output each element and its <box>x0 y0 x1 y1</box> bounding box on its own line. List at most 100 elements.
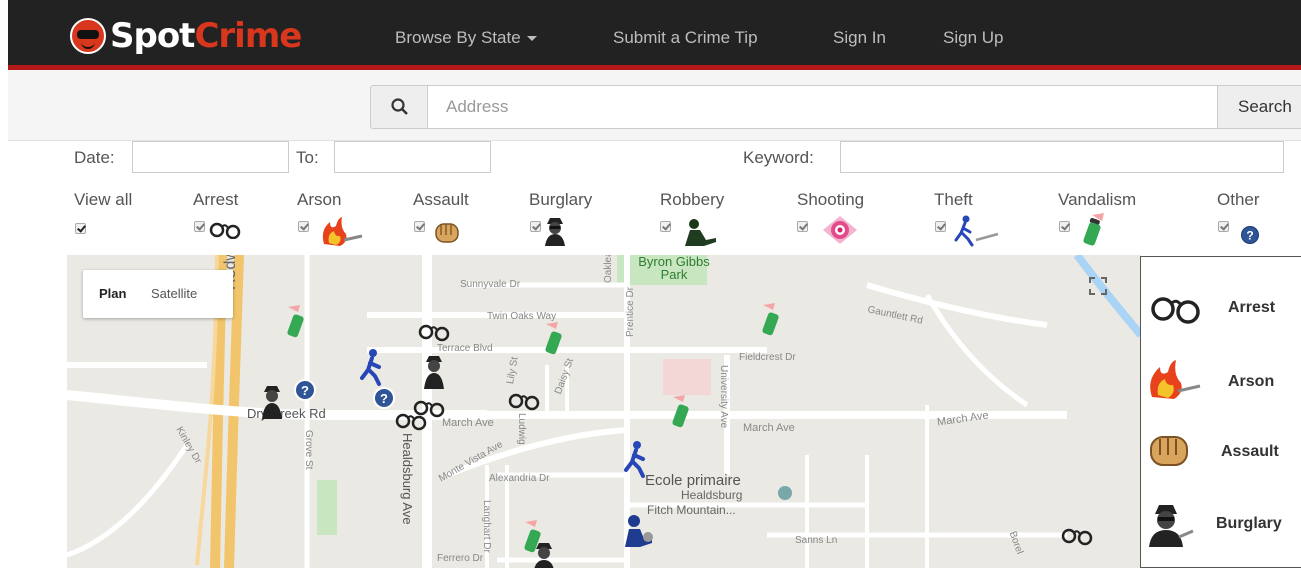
category-arson: Arson <box>297 190 342 209</box>
caret-down-icon <box>526 36 537 42</box>
burglar-icon <box>545 218 565 246</box>
handcuffs-icon <box>1151 297 1200 324</box>
map-legend: Arrest Arson Assault Burglary <box>1140 256 1301 568</box>
arrest-marker[interactable] <box>394 410 430 432</box>
map-label-ecole: Ecole primaire <box>645 472 741 489</box>
vandalism-marker[interactable] <box>540 322 568 356</box>
map-label-fitch: Fitch Mountain... <box>647 503 736 517</box>
other-marker[interactable]: ? <box>293 378 317 402</box>
date-label: Date: <box>74 148 115 167</box>
search-bar: Search <box>8 70 1301 141</box>
fist-icon <box>1150 436 1188 466</box>
map-label-university: University Ave <box>718 365 729 429</box>
burglary-marker[interactable] <box>260 383 290 421</box>
view-all-checkbox[interactable] <box>75 223 86 234</box>
svg-text:?: ? <box>1246 229 1253 243</box>
date-to-field[interactable] <box>334 141 491 173</box>
fullscreen-icon[interactable] <box>1084 272 1112 300</box>
submit-crime-tip-link[interactable]: Submit a Crime Tip <box>613 28 758 48</box>
category-assault: Assault <box>413 190 469 209</box>
map-label-ecole-2: Healdsburg <box>681 488 743 502</box>
legend-label-arson: Arson <box>1228 373 1275 390</box>
map-type-toggle: Plan Satellite <box>83 270 233 318</box>
category-burglary: Burglary <box>529 190 593 209</box>
category-arrest: Arrest <box>193 190 239 209</box>
legend-item-arson: Arson <box>1141 349 1301 409</box>
running-thief-icon <box>954 215 999 247</box>
burglary-checkbox[interactable] <box>530 221 541 232</box>
masked-face-icon <box>70 18 106 54</box>
target-icon <box>823 216 857 244</box>
theft-checkbox[interactable] <box>935 221 946 232</box>
map-label-langhart: Langhart Dr <box>481 500 492 553</box>
category-vandalism: Vandalism <box>1058 190 1137 209</box>
burglar-icon <box>1149 505 1194 547</box>
arrest-marker[interactable] <box>1060 525 1096 547</box>
address-search-input[interactable] <box>427 85 1218 129</box>
top-navbar: SpotCrime Browse By State Submit a Crime… <box>8 0 1301 70</box>
sign-up-link[interactable]: Sign Up <box>943 28 1003 48</box>
category-theft: Theft <box>934 190 973 209</box>
map-label-prentice: Prentice Dr <box>625 286 636 337</box>
map-label-sanns: Sanns Ln <box>795 535 838 546</box>
question-icon: ? <box>1241 226 1259 244</box>
legend-label-arrest: Arrest <box>1228 299 1276 316</box>
shooting-checkbox[interactable] <box>797 221 808 232</box>
browse-by-state-dropdown[interactable]: Browse By State <box>395 28 537 48</box>
burglary-marker[interactable] <box>532 540 562 568</box>
map-label-healdsburg: Healdsburg Ave <box>400 433 415 525</box>
other-checkbox[interactable] <box>1218 221 1229 232</box>
map-label-twin-oaks: Twin Oaks Way <box>487 311 557 322</box>
fire-icon <box>1150 360 1201 399</box>
keyword-field[interactable] <box>840 141 1284 173</box>
logo-text: SpotCrime <box>110 16 302 56</box>
keyword-label: Keyword: <box>743 148 814 167</box>
map-label-sunnyvale: Sunnyvale Dr <box>460 279 521 290</box>
fire-icon <box>322 217 363 246</box>
map-label-march-1: March Ave <box>442 417 494 429</box>
category-robbery: Robbery <box>660 190 725 209</box>
search-button[interactable]: Search <box>1217 85 1301 129</box>
assault-checkbox[interactable] <box>414 221 425 232</box>
map-label-alexandria: Alexandria Dr <box>489 473 550 484</box>
theft-marker[interactable] <box>359 348 393 388</box>
vandalism-marker[interactable] <box>757 303 785 337</box>
category-other: Other <box>1217 190 1260 209</box>
satellite-map-button[interactable]: Satellite <box>151 286 197 301</box>
vandalism-checkbox[interactable] <box>1059 221 1070 232</box>
arrest-marker[interactable] <box>507 390 543 412</box>
search-icon[interactable] <box>370 85 428 129</box>
map-label-oakleaf: Oakleaf Av <box>603 255 614 283</box>
category-shooting: Shooting <box>797 190 865 209</box>
map-label-fieldcrest: Fieldcrest Dr <box>739 352 796 363</box>
burglary-marker[interactable] <box>422 353 452 391</box>
category-view-all: View all <box>74 190 133 209</box>
arrest-marker[interactable] <box>417 321 453 343</box>
map-label-grove: Grove St <box>303 430 314 470</box>
robber-icon <box>685 219 716 246</box>
arson-checkbox[interactable] <box>298 221 309 232</box>
legend-item-assault: Assault <box>1141 421 1301 481</box>
to-label: To: <box>296 148 319 167</box>
plan-map-button[interactable]: Plan <box>99 286 126 301</box>
spotcrime-logo[interactable]: SpotCrime <box>70 16 302 56</box>
map-label-ludwig: Ludwig <box>516 413 527 445</box>
fist-icon <box>435 223 459 243</box>
sign-in-link[interactable]: Sign In <box>833 28 886 48</box>
legend-item-arrest: Arrest <box>1141 277 1301 337</box>
handcuffs-icon <box>209 222 241 239</box>
vandalism-marker[interactable] <box>282 305 310 339</box>
map-label-byron-gibbs: Byron Gibbs Park <box>638 255 710 282</box>
arrest-checkbox[interactable] <box>194 221 205 232</box>
map-label-ferrero: Ferrero Dr <box>437 553 484 564</box>
legend-label-burglary: Burglary <box>1216 515 1282 532</box>
robbery-checkbox[interactable] <box>660 221 671 232</box>
robbery-marker[interactable] <box>622 513 656 549</box>
legend-item-burglary: Burglary <box>1141 493 1301 553</box>
crime-map[interactable]: Redwood Hwy Sunnyvale Dr Twin Oaks Way T… <box>67 255 1141 568</box>
date-from-field[interactable] <box>132 141 289 173</box>
svg-text:?: ? <box>301 383 309 398</box>
theft-marker[interactable] <box>623 440 657 480</box>
other-marker[interactable]: ? <box>372 386 396 410</box>
vandalism-marker[interactable] <box>667 395 695 429</box>
